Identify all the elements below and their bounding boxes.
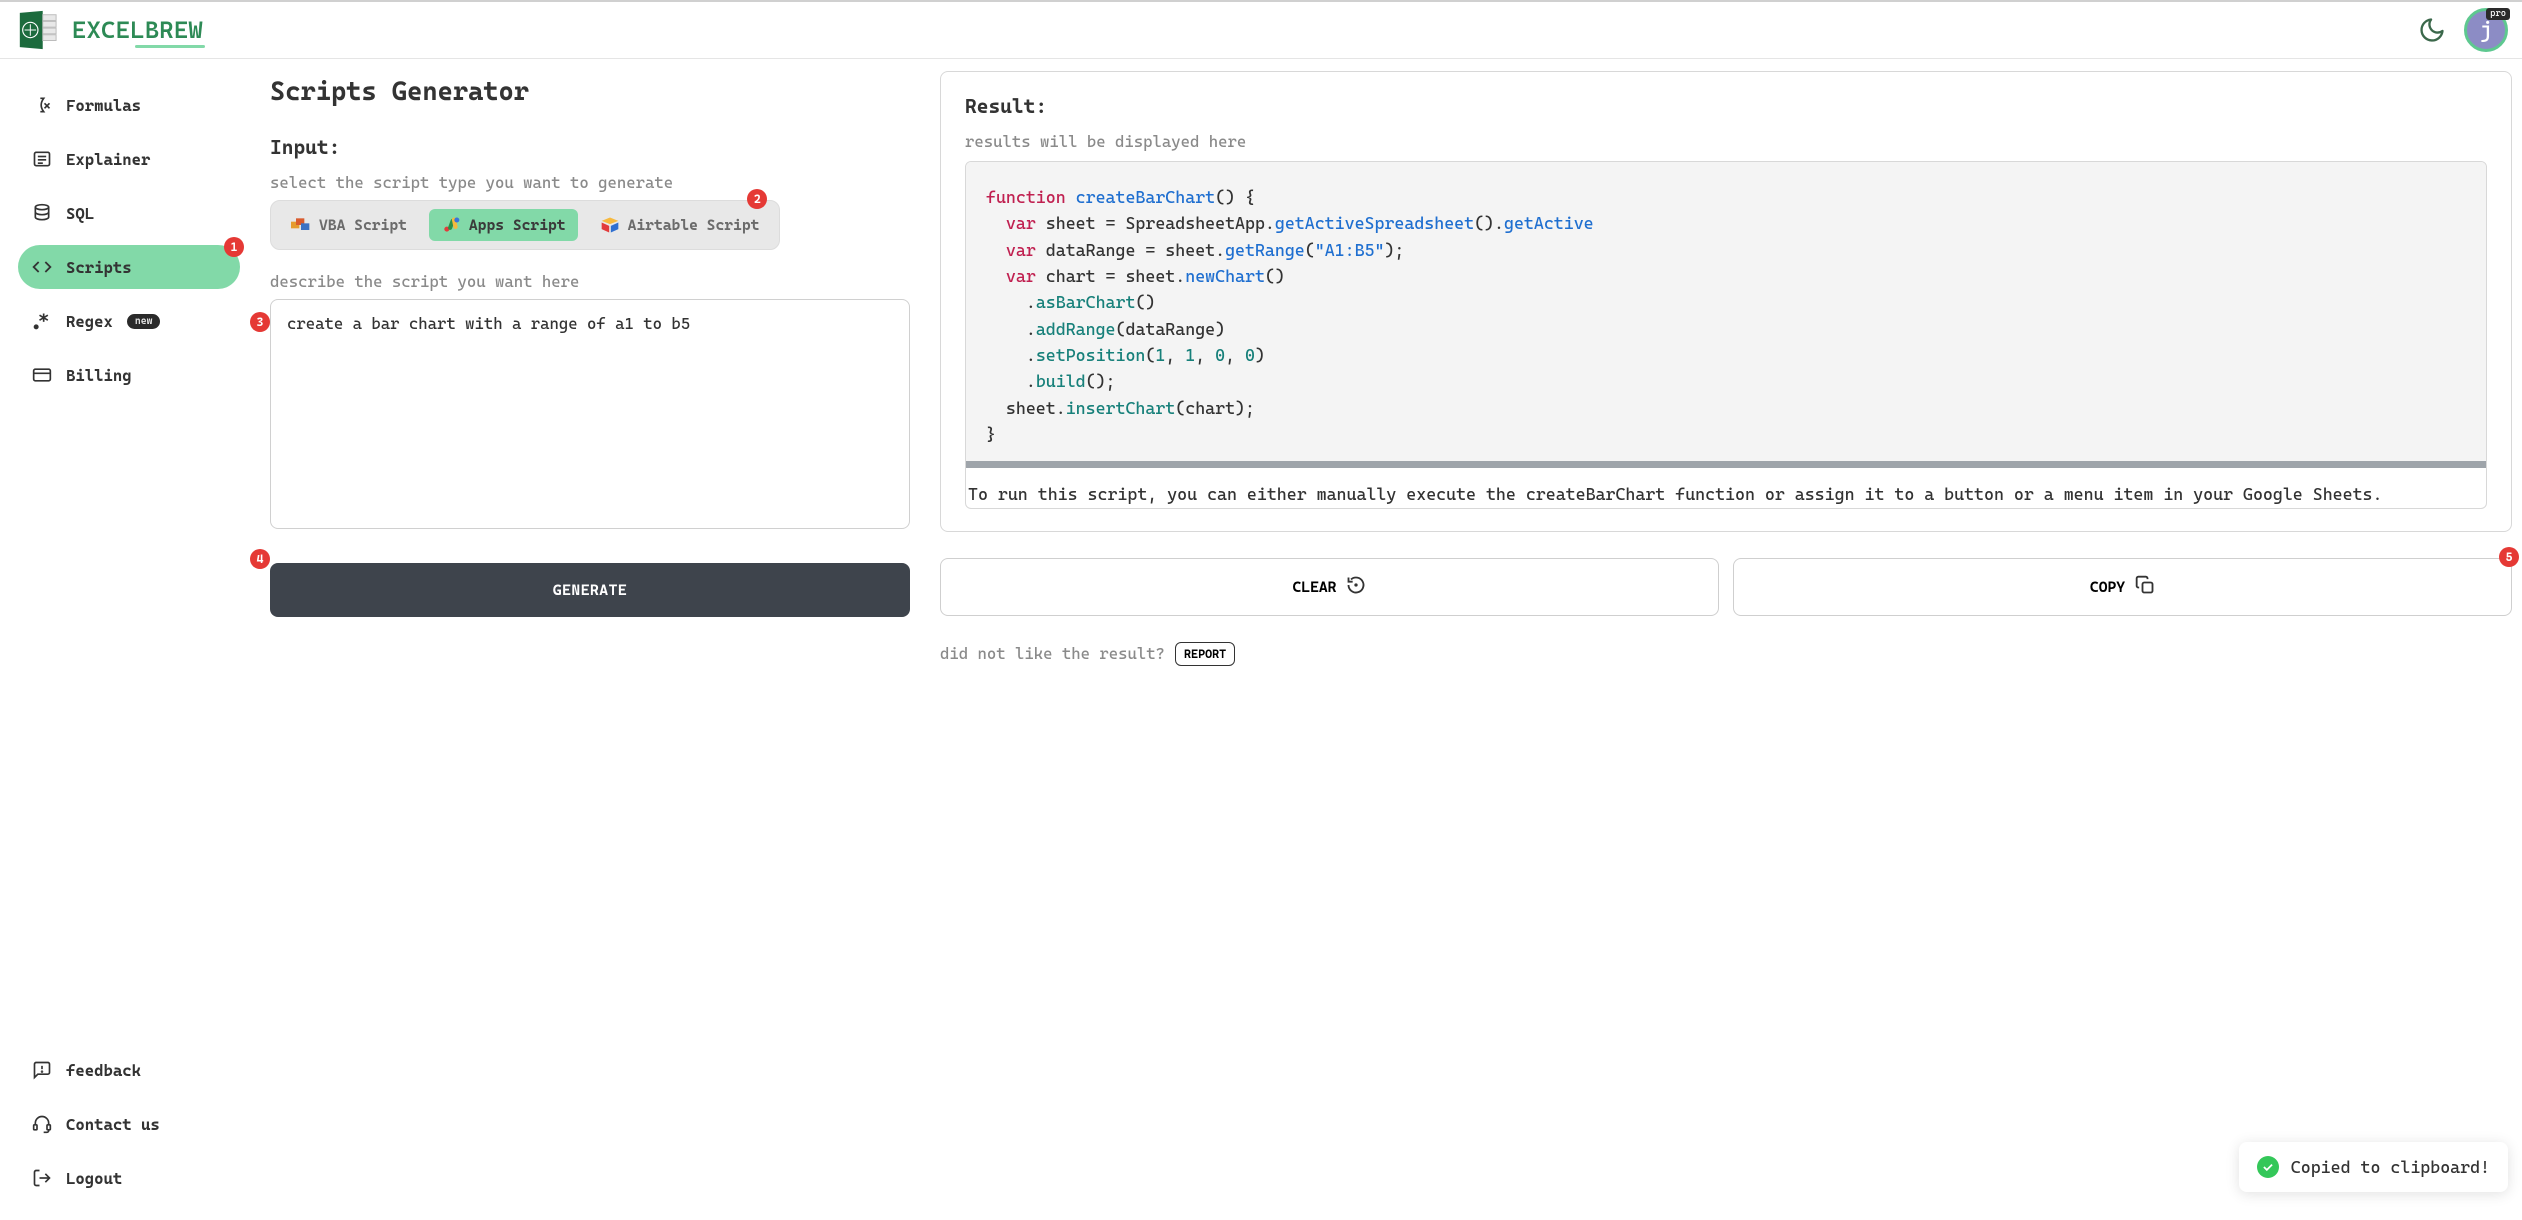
sidebar-item-sql[interactable]: SQL	[18, 191, 240, 235]
brand-name: EXCELBREW	[72, 16, 203, 44]
sidebar-item-feedback[interactable]: feedback	[18, 1048, 240, 1092]
billing-icon	[32, 365, 52, 385]
apps-script-icon	[441, 215, 461, 235]
input-section-label: Input:	[270, 135, 910, 159]
annotation-badge-3: 3	[250, 312, 270, 332]
annotation-badge-2: 2	[747, 189, 767, 209]
sidebar-item-label: Explainer	[66, 150, 150, 169]
result-code[interactable]: function createBarChart() { var sheet = …	[966, 162, 2486, 468]
annotation-badge-4: 4	[250, 549, 270, 569]
script-type-airtable[interactable]: Airtable Script	[588, 209, 772, 241]
clear-button[interactable]: CLEAR	[940, 558, 1719, 616]
headset-icon	[32, 1114, 52, 1134]
avatar-initial: j	[2480, 18, 2493, 43]
script-type-selector: 2 VBA Script Apps Script	[270, 200, 780, 250]
sidebar: Formulas Explainer SQL 1	[0, 59, 250, 1220]
sidebar-item-formulas[interactable]: Formulas	[18, 83, 240, 127]
script-type-label: Apps Script	[469, 216, 566, 234]
sidebar-item-label: Contact us	[66, 1115, 160, 1134]
result-label: Result:	[965, 94, 2487, 118]
generate-button[interactable]: GENERATE	[270, 563, 910, 617]
annotation-badge-1: 1	[224, 237, 244, 257]
script-type-help: select the script type you want to gener…	[270, 173, 910, 192]
sidebar-item-label: SQL	[66, 204, 94, 223]
script-type-label: Airtable Script	[628, 216, 760, 234]
logout-icon	[32, 1168, 52, 1188]
copy-button[interactable]: 5 COPY	[1733, 558, 2512, 616]
formula-icon	[32, 95, 52, 115]
annotation-badge-5: 5	[2499, 547, 2519, 567]
user-avatar[interactable]: j pro	[2464, 8, 2508, 52]
result-card: Result: results will be displayed here f…	[940, 71, 2512, 532]
toast-message: Copied to clipboard!	[2291, 1157, 2490, 1177]
airtable-icon	[600, 215, 620, 235]
toast-copied: Copied to clipboard!	[2239, 1142, 2508, 1192]
brand[interactable]: EXCELBREW	[14, 9, 203, 51]
report-button[interactable]: REPORT	[1175, 642, 1235, 666]
sidebar-item-label: Logout	[66, 1169, 122, 1188]
check-icon	[2257, 1156, 2279, 1178]
database-icon	[32, 203, 52, 223]
report-prompt: did not like the result?	[940, 644, 1165, 663]
sidebar-item-label: Formulas	[66, 96, 141, 115]
reset-icon	[1346, 575, 1366, 599]
sidebar-item-scripts[interactable]: 1 Scripts	[18, 245, 240, 289]
sidebar-item-billing[interactable]: Billing	[18, 353, 240, 397]
sidebar-item-label: Scripts	[66, 258, 132, 277]
sidebar-item-label: feedback	[66, 1061, 141, 1080]
result-help: results will be displayed here	[965, 132, 2487, 151]
vba-icon	[291, 215, 311, 235]
regex-icon	[32, 311, 52, 331]
script-type-label: VBA Script	[319, 216, 407, 234]
describe-help: describe the script you want here	[270, 272, 910, 291]
code-icon	[32, 257, 52, 277]
describe-textarea[interactable]	[270, 299, 910, 529]
explainer-icon	[32, 149, 52, 169]
sidebar-item-logout[interactable]: Logout	[18, 1156, 240, 1200]
app-logo-icon	[14, 9, 60, 51]
feedback-icon	[32, 1060, 52, 1080]
script-type-apps[interactable]: Apps Script	[429, 209, 578, 241]
script-type-vba[interactable]: VBA Script	[279, 209, 419, 241]
page-title: Scripts Generator	[270, 77, 910, 107]
sidebar-item-label: Billing	[66, 366, 132, 385]
topbar: EXCELBREW j pro	[0, 0, 2522, 59]
sidebar-item-label: Regex	[66, 312, 113, 331]
dark-mode-toggle[interactable]	[2418, 16, 2446, 44]
clear-label: CLEAR	[1293, 578, 1337, 596]
new-badge: new	[127, 314, 161, 329]
sidebar-item-regex[interactable]: Regex new	[18, 299, 240, 343]
copy-icon	[2135, 575, 2155, 599]
avatar-pro-badge: pro	[2486, 8, 2510, 20]
sidebar-item-explainer[interactable]: Explainer	[18, 137, 240, 181]
copy-label: COPY	[2090, 578, 2125, 596]
result-note: To run this script, you can either manua…	[966, 468, 2486, 508]
sidebar-item-contact[interactable]: Contact us	[18, 1102, 240, 1146]
